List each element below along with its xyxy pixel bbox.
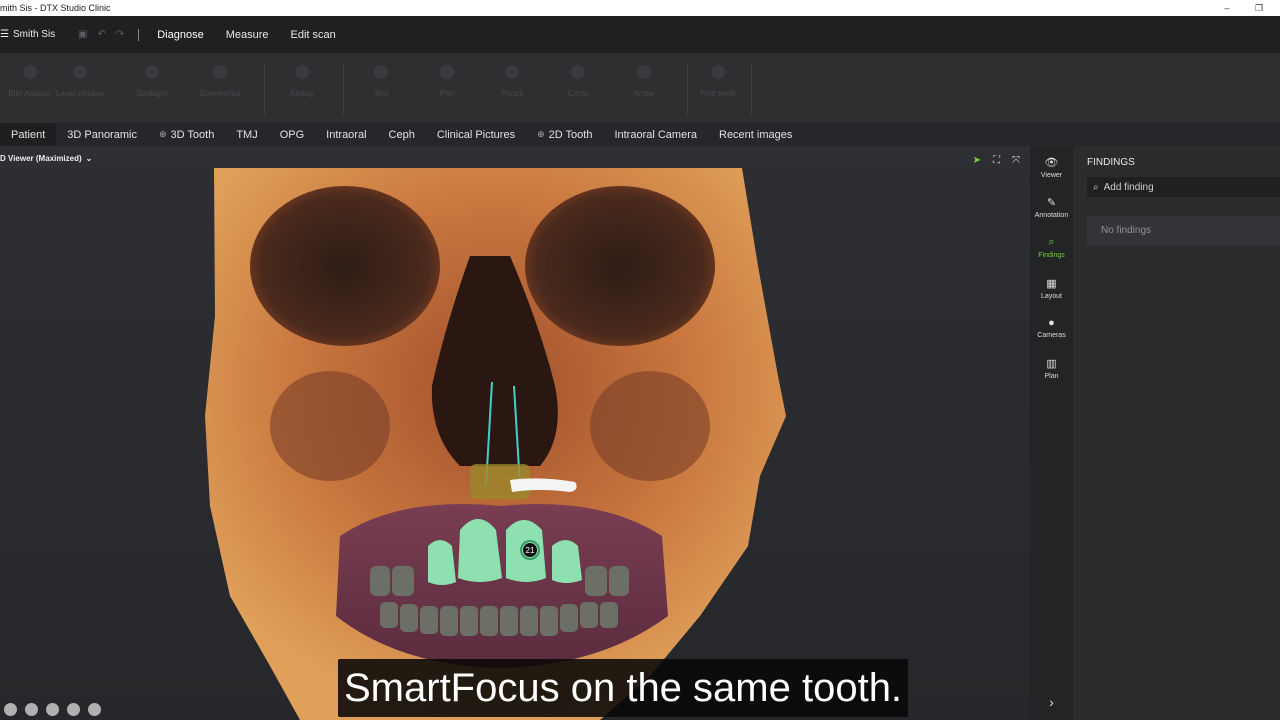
bite-icon: [23, 65, 37, 79]
ribbon-divider: [751, 63, 752, 115]
ribbon-arrow[interactable]: Arrow: [614, 65, 674, 98]
airway-icon: [295, 65, 309, 79]
ribbon-divider: [264, 63, 265, 115]
plan-icon: ▥: [1046, 358, 1057, 370]
findings-icon: ⌕: [1048, 236, 1055, 248]
fit-view-icon[interactable]: ⛶: [993, 155, 1000, 166]
tab-clinical-pictures[interactable]: Clinical Pictures: [426, 123, 526, 146]
empty-findings-message: No findings: [1087, 216, 1280, 246]
ribbon-divider: [343, 63, 344, 115]
layout-icon: ▦: [1046, 278, 1057, 290]
ribbon-circle[interactable]: Circle: [548, 65, 608, 98]
window-titlebar: mith Sis - DTX Studio Clinic – ❐: [0, 0, 1280, 16]
tab-tmj[interactable]: TMJ: [225, 123, 268, 146]
viewer-title-dropdown[interactable]: D Viewer (Maximized) ⌄: [0, 154, 92, 163]
screenshot-icon: [213, 65, 227, 79]
skull-render[interactable]: 21: [0, 146, 1030, 720]
target-icon: ⊕: [158, 129, 167, 139]
collapse-icon[interactable]: ⤧: [1012, 155, 1020, 166]
ribbon-level-window[interactable]: Level window: [50, 65, 110, 98]
rightbar-cameras[interactable]: ● Cameras: [1030, 317, 1073, 339]
viewer-tools: ➤ ⛶ ⤧: [973, 155, 1020, 166]
rightbar-viewer[interactable]: 👁 Viewer: [1030, 156, 1073, 179]
left-orbit: [250, 186, 440, 346]
level-window-icon: [73, 65, 87, 79]
add-finding-search[interactable]: ⌕: [1087, 177, 1280, 197]
restore-button[interactable]: ❐: [1246, 0, 1272, 16]
target-icon: ⊕: [537, 129, 545, 139]
search-icon: ⌕: [1093, 181, 1099, 193]
ribbon-find-teeth[interactable]: Find teeth: [688, 65, 748, 98]
ribbon-spotlight[interactable]: Spotlight: [122, 65, 182, 98]
ribbon-airway[interactable]: Airway: [272, 65, 332, 98]
undo-icon[interactable]: ↶: [97, 29, 105, 40]
tab-2d-tooth[interactable]: ⊕ 2D Tooth: [526, 123, 603, 146]
eye-icon: 👁: [1044, 157, 1059, 169]
ribbon-text[interactable]: Text: [351, 65, 411, 98]
arrow-icon: [637, 65, 651, 79]
pencil-icon: [505, 65, 519, 79]
skull-top-icon[interactable]: [67, 703, 80, 716]
ribbon-pen[interactable]: Pen: [417, 65, 477, 98]
view-presets: [4, 703, 101, 716]
skull-front-icon[interactable]: [4, 703, 17, 716]
findings-panel: FINDINGS ⌕ No findings: [1073, 146, 1280, 720]
menu-edit-scan[interactable]: Edit scan: [291, 29, 336, 41]
right-orbit: [525, 186, 715, 346]
save-icon[interactable]: ▣: [78, 29, 87, 40]
find-teeth-icon: [711, 65, 725, 79]
right-maxilla: [590, 371, 710, 481]
tab-intraoral[interactable]: Intraoral: [315, 123, 377, 146]
add-finding-input[interactable]: [1103, 181, 1264, 193]
skull-left-icon[interactable]: [25, 703, 38, 716]
skull-right-icon[interactable]: [46, 703, 59, 716]
ribbon-toolbar: Bite Appear. Level window Spotlight Scre…: [0, 53, 1280, 123]
user-menu[interactable]: ☰ Smith Sis: [0, 29, 70, 40]
tab-3d-tooth[interactable]: ⊕ 3D Tooth: [148, 123, 225, 146]
text-icon: [374, 65, 388, 79]
findings-title: FINDINGS: [1087, 157, 1135, 168]
tab-patient[interactable]: Patient: [0, 123, 57, 146]
window-title: mith Sis - DTX Studio Clinic: [0, 3, 111, 13]
menubar-divider: [138, 28, 140, 41]
rightbar-findings[interactable]: ⌕ Findings: [1030, 236, 1073, 259]
tab-ceph[interactable]: Ceph: [378, 123, 426, 146]
tooth-number-label: 21: [526, 546, 535, 555]
spotlight-icon: [145, 65, 159, 79]
chevron-right-icon[interactable]: ›: [1030, 694, 1073, 710]
user-name: Smith Sis: [12, 29, 56, 40]
circle-icon: [571, 65, 585, 79]
lock-icon[interactable]: [88, 703, 101, 716]
right-toolbar: 👁 Viewer ✎ Annotation ⌕ Findings ▦ Layout ● C…: [1030, 146, 1073, 720]
cursor-icon[interactable]: ➤: [973, 155, 981, 166]
menubar: ☰ Smith Sis ▣ ↶ ↷ Diagnose Measure Edit …: [0, 16, 1280, 53]
tab-opg[interactable]: OPG: [269, 123, 315, 146]
redo-icon[interactable]: ↷: [116, 29, 124, 40]
menu-diagnose[interactable]: Diagnose: [157, 29, 203, 41]
rightbar-plan[interactable]: ▥ Plan: [1030, 357, 1073, 380]
rightbar-layout[interactable]: ▦ Layout: [1030, 277, 1073, 300]
rightbar-annotation[interactable]: ✎ Annotation: [1030, 196, 1073, 219]
quick-access: ▣ ↶ ↷: [78, 29, 124, 40]
minimize-button[interactable]: –: [1214, 0, 1240, 16]
hamburger-icon: ☰: [0, 29, 9, 40]
chevron-down-icon: ⌄: [85, 154, 93, 163]
3d-viewer[interactable]: 21 D Viewer (Maximized) ⌄ ➤ ⛶ ⤧ SmartFoc…: [0, 146, 1030, 720]
left-maxilla: [270, 371, 390, 481]
menu-measure[interactable]: Measure: [226, 29, 269, 41]
tab-intraoral-camera[interactable]: Intraoral Camera: [603, 123, 708, 146]
camera-icon: ●: [1048, 317, 1055, 329]
video-subtitle: SmartFocus on the same tooth.: [338, 659, 909, 717]
tab-3d-panoramic[interactable]: 3D Panoramic: [56, 123, 148, 146]
view-tabs: Patient 3D Panoramic ⊕ 3D Tooth TMJ OPG I…: [0, 123, 1280, 146]
pen-icon: [440, 65, 454, 79]
pencil-icon: ✎: [1046, 197, 1057, 209]
ribbon-pencil[interactable]: Pencil: [482, 65, 542, 98]
ribbon-screenshot[interactable]: Screenshot: [190, 65, 250, 98]
tab-recent-images[interactable]: Recent images: [708, 123, 803, 146]
